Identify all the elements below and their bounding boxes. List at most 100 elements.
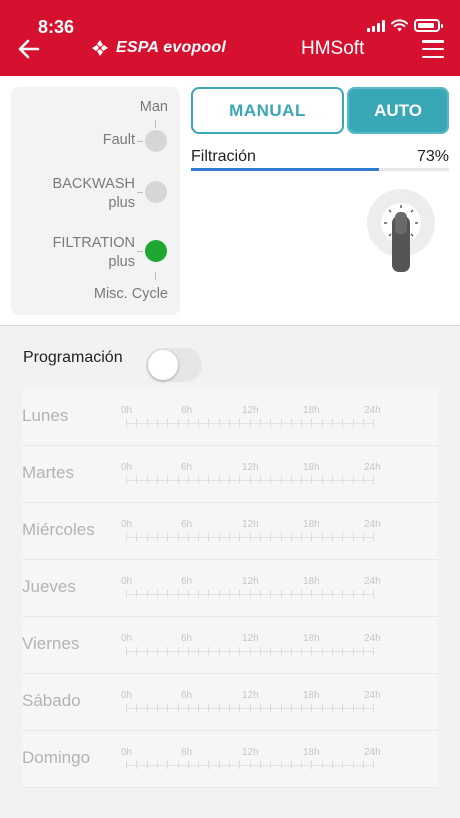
status-time: 8:36	[38, 17, 75, 37]
timeline-slider[interactable]	[126, 704, 375, 712]
app-name: HMSoft	[301, 38, 365, 59]
hour-labels: 0h 6h 12h 18h 24h	[121, 576, 383, 588]
hour-label: 6h	[181, 747, 193, 758]
hour-label: 6h	[181, 462, 193, 473]
day-label: Martes	[22, 463, 74, 482]
filtration-progress-value: 73%	[416, 148, 449, 165]
man-label: Man	[139, 99, 168, 115]
schedule-row[interactable]: Sábado 0h 6h 12h 18h 24h	[22, 674, 438, 731]
hour-label: 12h	[242, 462, 259, 473]
schedule-row[interactable]: Viernes 0h 6h 12h 18h 24h	[22, 617, 438, 674]
hour-label: 6h	[181, 690, 193, 701]
schedule-toggle[interactable]	[146, 348, 202, 382]
cellular-signal-icon	[367, 19, 385, 32]
filtration-progress-label: Filtración	[191, 148, 256, 165]
misc-cycle-label: Misc. Cycle	[93, 286, 168, 302]
timeline-slider[interactable]	[126, 419, 375, 427]
timeline-slider[interactable]	[126, 761, 375, 769]
hour-label: 24h	[364, 690, 381, 701]
hour-label: 24h	[364, 519, 381, 530]
timeline-slider[interactable]	[126, 647, 375, 655]
backwash-indicator	[145, 181, 167, 203]
timeline-slider[interactable]	[126, 590, 375, 598]
espa-evopool-logo: ESPA evopool	[90, 38, 226, 58]
hour-label: 12h	[242, 633, 259, 644]
hour-label: 0h	[121, 405, 133, 416]
hour-label: 24h	[364, 462, 381, 473]
fault-indicator	[145, 130, 167, 152]
auto-mode-button[interactable]: AUTO	[347, 87, 449, 134]
hour-label: 18h	[303, 519, 320, 530]
hour-label: 18h	[303, 747, 320, 758]
schedule-row[interactable]: Martes 0h 6h 12h 18h 24h	[22, 446, 438, 503]
hour-label: 24h	[364, 633, 381, 644]
day-label: Domingo	[22, 748, 91, 767]
hour-label: 18h	[303, 462, 320, 473]
filtration-progress-bar	[191, 168, 449, 171]
back-arrow-icon[interactable]	[16, 38, 42, 60]
day-label: Miércoles	[22, 520, 95, 539]
espa-logo-icon	[92, 40, 108, 56]
hour-label: 18h	[303, 633, 320, 644]
hour-label: 12h	[242, 519, 259, 530]
schedule-row[interactable]: Jueves 0h 6h 12h 18h 24h	[22, 560, 438, 617]
hour-label: 0h	[121, 576, 133, 587]
schedule-label: Programación	[23, 349, 123, 366]
hour-labels: 0h 6h 12h 18h 24h	[121, 462, 383, 474]
hour-labels: 0h 6h 12h 18h 24h	[121, 690, 383, 702]
hour-label: 0h	[121, 690, 133, 701]
hour-label: 0h	[121, 747, 133, 758]
mode-selector-knob-icon[interactable]	[366, 188, 436, 278]
status-indicators-card: Man Fault BACKWASH plus FILTRATION plus …	[11, 87, 180, 315]
battery-icon	[414, 19, 443, 32]
hour-label: 6h	[181, 519, 193, 530]
hour-labels: 0h 6h 12h 18h 24h	[121, 519, 383, 531]
hour-labels: 0h 6h 12h 18h 24h	[121, 633, 383, 645]
day-label: Lunes	[22, 406, 69, 425]
hour-label: 12h	[242, 747, 259, 758]
hour-labels: 0h 6h 12h 18h 24h	[121, 747, 383, 759]
filtration-label: FILTRATION	[52, 235, 135, 251]
backwash-label: BACKWASH	[52, 176, 135, 192]
manual-mode-button[interactable]: MANUAL	[191, 87, 344, 134]
divider-tick	[155, 120, 156, 128]
hour-label: 24h	[364, 576, 381, 587]
schedule-toggle-thumb	[148, 350, 178, 380]
hour-labels: 0h 6h 12h 18h 24h	[121, 405, 383, 417]
logo-espa-text: ESPA	[116, 39, 159, 56]
hour-label: 6h	[181, 633, 193, 644]
hour-label: 24h	[364, 405, 381, 416]
day-label: Viernes	[22, 634, 80, 653]
schedule-row[interactable]: Domingo 0h 6h 12h 18h 24h	[22, 731, 438, 788]
hour-label: 24h	[364, 747, 381, 758]
hamburger-menu-icon[interactable]	[422, 40, 444, 58]
hour-label: 12h	[242, 690, 259, 701]
schedule-row[interactable]: Miércoles 0h 6h 12h 18h 24h	[22, 503, 438, 560]
filtration-indicator	[145, 240, 167, 262]
app-header: 8:36 ESPA evopool HMSoft	[0, 0, 460, 76]
hour-label: 12h	[242, 405, 259, 416]
control-panel: Man Fault BACKWASH plus FILTRATION plus …	[0, 76, 460, 326]
hour-label: 18h	[303, 405, 320, 416]
day-label: Sábado	[22, 691, 81, 710]
day-label: Jueves	[22, 577, 76, 596]
hour-label: 6h	[181, 405, 193, 416]
backwash-plus-label: plus	[108, 195, 135, 211]
hour-label: 18h	[303, 690, 320, 701]
hour-label: 0h	[121, 633, 133, 644]
hour-label: 0h	[121, 519, 133, 530]
hour-label: 12h	[242, 576, 259, 587]
filtration-plus-label: plus	[108, 254, 135, 270]
wifi-icon	[391, 19, 408, 32]
hour-label: 18h	[303, 576, 320, 587]
divider-tick	[155, 272, 156, 280]
weekly-schedule: Lunes 0h 6h 12h 18h 24h Martes 0h 6h 12h 18h 24h Mié…	[22, 389, 438, 788]
schedule-row[interactable]: Lunes 0h 6h 12h 18h 24h	[22, 389, 438, 446]
status-icons	[367, 19, 443, 32]
timeline-slider[interactable]	[126, 476, 375, 484]
timeline-slider[interactable]	[126, 533, 375, 541]
filtration-progress-fill	[191, 168, 380, 171]
hour-label: 0h	[121, 462, 133, 473]
fault-label: Fault	[102, 132, 135, 148]
hour-label: 6h	[181, 576, 193, 587]
